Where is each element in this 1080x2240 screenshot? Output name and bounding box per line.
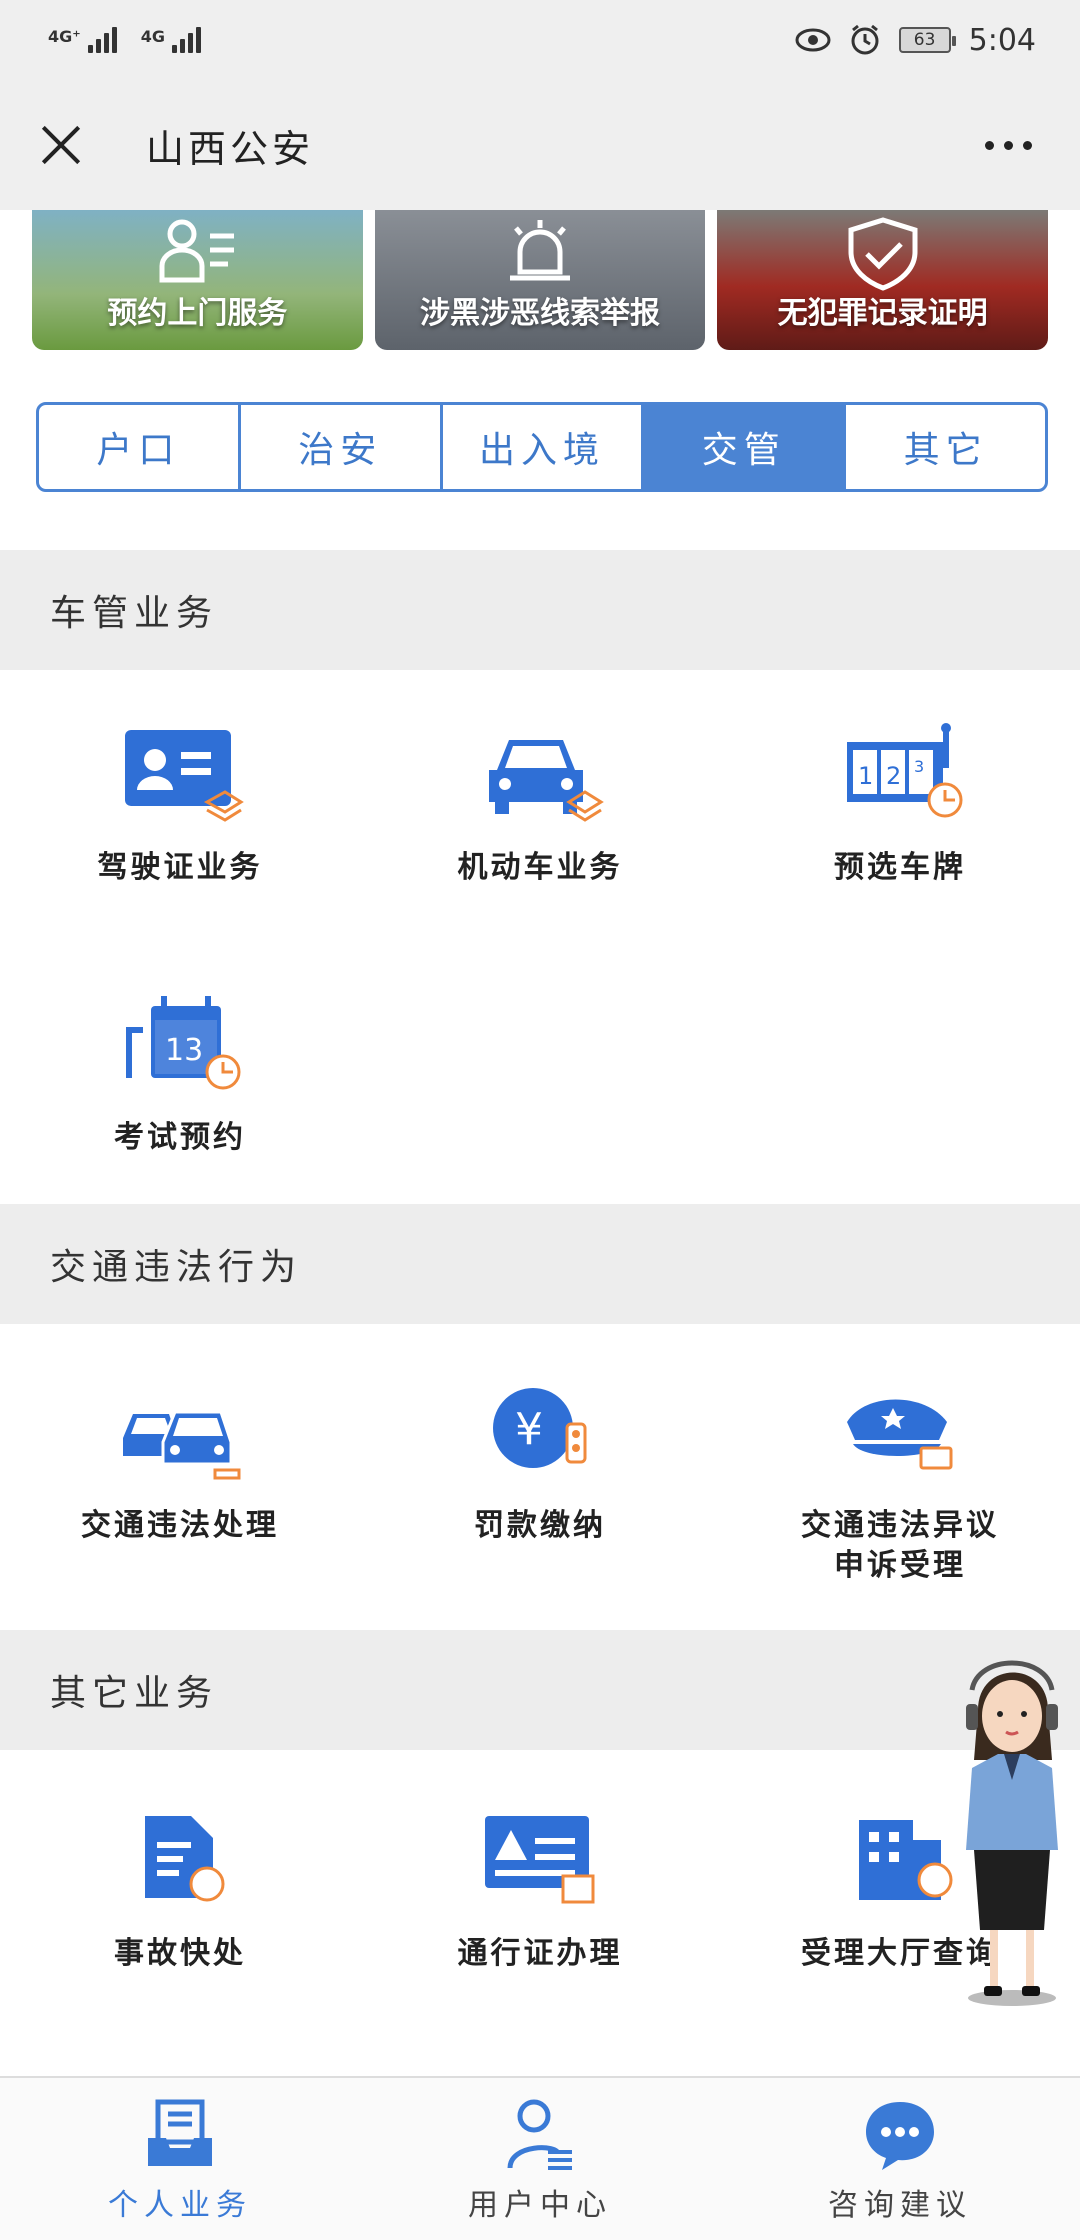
grid-label: 驾驶证业务 xyxy=(97,850,263,885)
nav-label: 咨询建议 xyxy=(828,2188,972,2223)
section-header-vehicle: 车管业务 xyxy=(0,550,1080,670)
nav-personal-business[interactable]: 个人业务 xyxy=(0,2078,360,2240)
tab-hukou[interactable]: 户口 xyxy=(39,405,241,489)
yen-coin-icon: ¥ xyxy=(493,1388,587,1468)
banner-label: 涉黑涉恶线索举报 xyxy=(420,296,660,331)
grid-label-line2: 申诉受理 xyxy=(834,1548,966,1583)
banner-no-crime-cert[interactable]: 无犯罪记录证明 xyxy=(717,210,1049,350)
building-icon xyxy=(859,1820,953,1900)
license-plate-icon: 1 2 3 xyxy=(847,723,963,818)
tab-other[interactable]: 其它 xyxy=(846,405,1045,489)
signal-2: 4G xyxy=(141,27,201,53)
grid-label: 预选车牌 xyxy=(834,850,966,885)
grid-label: 事故快处 xyxy=(114,1936,246,1971)
close-button[interactable] xyxy=(34,117,90,173)
grid-item-driver-license[interactable]: 驾驶证业务 xyxy=(0,720,360,888)
grid-item-motor-vehicle[interactable]: 机动车业务 xyxy=(360,720,720,888)
user-list-icon xyxy=(507,2099,572,2170)
signal-2-label: 4G xyxy=(140,27,165,46)
document-yen-icon xyxy=(145,1816,225,1902)
signal-bar xyxy=(95,39,101,53)
grid-item-violation-appeal[interactable]: 交通违法异议 申诉受理 xyxy=(720,1378,1080,1586)
status-right: 63 5:04 xyxy=(795,23,1036,58)
assistant-mascot[interactable] xyxy=(948,1650,1076,2010)
grid-item-exam-booking[interactable]: 13 考试预约 xyxy=(0,990,360,1158)
grid-label-line1: 交通违法异议 xyxy=(801,1508,999,1543)
grid-label: 交通违法处理 xyxy=(81,1508,279,1543)
alarm-siren-icon xyxy=(510,220,570,281)
calendar-icon: 13 xyxy=(126,996,241,1090)
grid-label: 通行证办理 xyxy=(457,1936,623,1971)
signal-bar xyxy=(103,33,109,53)
nav-consult-suggest[interactable]: 咨询建议 xyxy=(720,2078,1080,2240)
grid-item-fine-payment[interactable]: ¥ 罚款缴纳 xyxy=(360,1378,720,1546)
banner-row: 预约上门服务 涉黑涉恶线索举报 无犯罪记录证明 xyxy=(32,210,1049,350)
clock: 5:04 xyxy=(968,22,1036,58)
yen-symbol: ¥ xyxy=(515,1404,543,1455)
banner-crime-report[interactable]: 涉黑涉恶线索举报 xyxy=(374,210,706,350)
signal-1-label: 4G⁺ xyxy=(48,27,81,46)
id-card-icon xyxy=(125,730,244,822)
bottom-navigation: 个人业务 用户中心 咨询建议 xyxy=(0,2076,1080,2240)
nav-user-center[interactable]: 用户中心 xyxy=(360,2078,720,2240)
signal-bar xyxy=(111,27,117,53)
svg-text:3: 3 xyxy=(914,757,924,776)
grid-label: 考试预约 xyxy=(114,1120,246,1155)
banner-label: 预约上门服务 xyxy=(107,296,288,331)
cars-icon xyxy=(123,1410,241,1480)
police-cap-icon xyxy=(847,1399,953,1470)
svg-text:1: 1 xyxy=(858,762,873,790)
more-menu-button[interactable] xyxy=(985,140,1032,150)
dot xyxy=(1023,140,1032,150)
car-icon xyxy=(489,740,604,822)
svg-text:2: 2 xyxy=(886,762,901,790)
app-header: 山西公安 xyxy=(0,80,1080,210)
nav-label: 个人业务 xyxy=(108,2188,252,2223)
grid-item-accident-quick[interactable]: 事故快处 xyxy=(0,1806,360,1974)
signal-1: 4G⁺ xyxy=(48,27,117,53)
signal-bar xyxy=(171,45,177,53)
status-bar: 4G⁺ 4G 63 5:04 xyxy=(0,0,1080,80)
signal-bar xyxy=(195,27,201,53)
signal-bar xyxy=(187,33,193,53)
grid-label: 罚款缴纳 xyxy=(474,1508,606,1543)
tab-traffic[interactable]: 交管 xyxy=(644,405,847,489)
grid-item-violation-handling[interactable]: 交通违法处理 xyxy=(0,1378,360,1546)
grid-item-plate-selection[interactable]: 1 2 3 预选车牌 xyxy=(720,720,1080,888)
eye-icon xyxy=(795,28,831,52)
tab-exit-entry[interactable]: 出入境 xyxy=(443,405,645,489)
section-header-other: 其它业务 xyxy=(0,1630,1080,1750)
signal-bar xyxy=(87,45,93,53)
signal-indicators: 4G⁺ 4G xyxy=(48,27,201,53)
shield-check-icon xyxy=(848,217,918,291)
calendar-day: 13 xyxy=(165,1033,203,1068)
banner-home-service[interactable]: 预约上门服务 xyxy=(32,210,363,350)
dot xyxy=(1004,140,1013,150)
grid-label: 交通违法异议 申诉受理 xyxy=(801,1506,999,1586)
person-list-icon xyxy=(159,219,235,283)
chat-bubble-icon xyxy=(866,2102,934,2170)
nav-label: 用户中心 xyxy=(468,2188,612,2223)
tab-public-security[interactable]: 治安 xyxy=(241,405,443,489)
battery-level: 63 xyxy=(913,30,936,50)
grid-label: 机动车业务 xyxy=(457,850,623,885)
section-header-violation: 交通违法行为 xyxy=(0,1204,1080,1324)
signal-bar xyxy=(179,39,185,53)
inbox-tray-icon xyxy=(148,2099,212,2166)
banner-label: 无犯罪记录证明 xyxy=(777,296,988,331)
warning-card-icon xyxy=(485,1816,595,1904)
dot xyxy=(985,140,994,150)
category-tabs: 户口 治安 出入境 交管 其它 xyxy=(36,402,1048,492)
grid-item-pass-permit[interactable]: 通行证办理 xyxy=(360,1806,720,1974)
page-title: 山西公安 xyxy=(146,126,315,171)
alarm-icon xyxy=(851,24,879,55)
battery-indicator: 63 xyxy=(898,27,956,53)
